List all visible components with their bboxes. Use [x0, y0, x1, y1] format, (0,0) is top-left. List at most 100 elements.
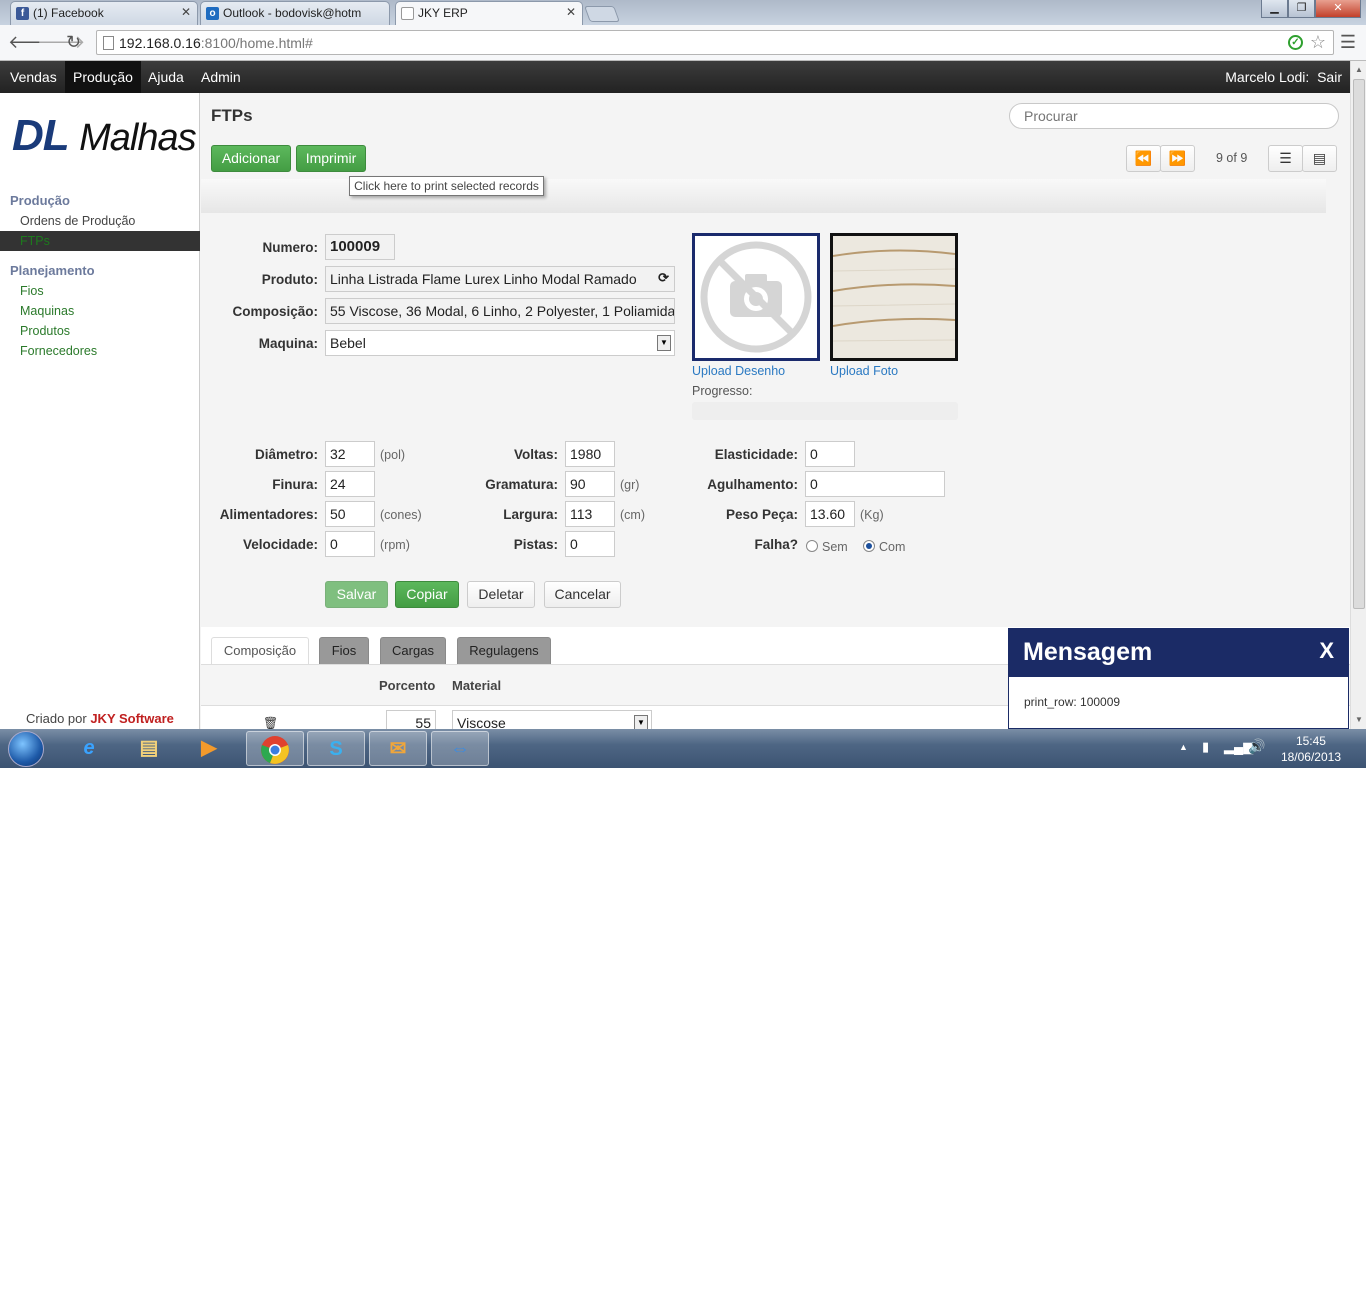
volume-icon[interactable]: 🔊	[1248, 738, 1265, 755]
pager-count: 9 of 9	[1216, 151, 1248, 165]
clock[interactable]: 15:45 18/06/2013	[1281, 733, 1341, 765]
agulhamento-field[interactable]: 0	[805, 471, 945, 497]
main-header: FTPs Adicionar Imprimir ⏪ ⏩ 9 of 9 ☰ ▤	[201, 93, 1350, 179]
clock-date: 18/06/2013	[1280, 750, 1341, 764]
add-button[interactable]: Adicionar	[211, 145, 291, 172]
falha-sem-radio[interactable]	[806, 540, 818, 552]
diametro-field[interactable]: 32	[325, 441, 375, 467]
scroll-up-icon[interactable]: ▲	[1355, 65, 1363, 74]
copy-button[interactable]: Copiar	[395, 581, 459, 608]
numero-field[interactable]: 100009	[325, 234, 395, 260]
close-window-button[interactable]: ✕	[1315, 0, 1361, 18]
upload-desenho-link[interactable]: Upload Desenho	[692, 364, 785, 378]
tab-regulagens[interactable]: Regulagens	[457, 637, 551, 664]
start-button[interactable]	[8, 731, 44, 767]
explorer-folder-icon[interactable]: ▤	[120, 731, 178, 766]
save-button[interactable]: Salvar	[325, 581, 388, 608]
voltas-label: Voltas:	[513, 447, 558, 462]
material-select[interactable]: Viscose ▼	[452, 710, 652, 729]
sidebar-item-ftps[interactable]: FTPs	[20, 234, 50, 248]
maximize-button[interactable]: ❐	[1288, 0, 1315, 18]
sidebar-item-fornecedores[interactable]: Fornecedores	[20, 344, 97, 358]
gramatura-field[interactable]: 90	[565, 471, 615, 497]
menu-icon[interactable]: ☰	[1340, 32, 1356, 53]
media-player-icon[interactable]: ▶	[180, 731, 238, 766]
page-icon	[401, 7, 414, 20]
minimize-button[interactable]: ▁	[1261, 0, 1288, 18]
next-button[interactable]: ⏩	[1160, 145, 1195, 172]
tab-cargas[interactable]: Cargas	[380, 637, 446, 664]
velocidade-field[interactable]: 0	[325, 531, 375, 557]
search-input[interactable]	[1009, 103, 1339, 129]
tab-jky-erp[interactable]: JKY ERP ✕	[395, 1, 583, 25]
close-button[interactable]: X	[1319, 638, 1334, 664]
trash-icon[interactable]: 🗑	[263, 716, 278, 729]
finura-field[interactable]: 24	[325, 471, 375, 497]
close-icon[interactable]: ✕	[181, 5, 191, 19]
alimentadores-field[interactable]: 50	[325, 501, 375, 527]
produto-field[interactable]: Linha Listrada Flame Lurex Linho Modal R…	[325, 266, 675, 292]
sidebar-heading-producao[interactable]: Produção	[10, 193, 70, 208]
list-view-button[interactable]: ☰	[1268, 145, 1303, 172]
sidebar-heading-planejamento[interactable]: Planejamento	[10, 263, 95, 278]
porcento-field[interactable]: 55	[386, 710, 436, 729]
rewind-icon: ⏪	[1134, 150, 1153, 166]
new-tab-button[interactable]	[584, 6, 620, 22]
gramatura-unit: (gr)	[620, 478, 640, 492]
bookmark-star-icon[interactable]: ☆	[1310, 32, 1326, 53]
page-scrollbar[interactable]: ▲ ▼	[1350, 61, 1366, 729]
tray-expand-icon[interactable]: ▲	[1179, 742, 1188, 752]
reload-icon[interactable]: ↻	[66, 32, 81, 53]
peso-field[interactable]: 13.60	[805, 501, 855, 527]
facebook-icon: f	[16, 7, 29, 20]
pistas-field[interactable]: 0	[565, 531, 615, 557]
scrollbar-thumb[interactable]	[1353, 79, 1365, 609]
falha-com-radio[interactable]	[863, 540, 875, 552]
pistas-label: Pistas:	[513, 537, 558, 552]
logout-link[interactable]: Sair	[1317, 69, 1342, 85]
outlook-app-icon[interactable]: ✉	[369, 731, 427, 766]
print-button[interactable]: Imprimir	[296, 145, 366, 172]
chevron-down-icon[interactable]: ▼	[657, 335, 671, 351]
desenho-image	[692, 233, 820, 361]
tab-fios[interactable]: Fios	[319, 637, 369, 664]
elasticidade-field[interactable]: 0	[805, 441, 855, 467]
address-bar[interactable]: 192.168.0.16:8100/home.html# ✓ ☆	[96, 30, 1334, 55]
upload-foto-link[interactable]: Upload Foto	[830, 364, 898, 378]
form-view-button[interactable]: ▤	[1302, 145, 1337, 172]
sidebar-item-fios[interactable]: Fios	[20, 284, 44, 298]
tab-composicao[interactable]: Composição	[211, 637, 309, 664]
credit-brand-link[interactable]: JKY Software	[90, 711, 174, 726]
refresh-icon[interactable]: ⟳	[658, 270, 669, 286]
skype-icon[interactable]: S	[307, 731, 365, 766]
tab-outlook[interactable]: o Outlook - bodovisk@hotm	[200, 1, 390, 25]
internet-explorer-icon[interactable]: e	[60, 731, 118, 766]
close-icon[interactable]: ✕	[566, 5, 576, 19]
sidebar-item-produtos[interactable]: Produtos	[20, 324, 70, 338]
chevron-down-icon[interactable]: ▼	[634, 715, 648, 729]
menu-admin[interactable]: Admin	[193, 61, 249, 93]
cancel-button[interactable]: Cancelar	[544, 581, 621, 608]
url-host: 192.168.0.16	[119, 35, 201, 51]
largura-field[interactable]: 113	[565, 501, 615, 527]
sidebar-item-maquinas[interactable]: Maquinas	[20, 304, 74, 318]
sidebar-item-ordens[interactable]: Ordens de Produção	[20, 214, 135, 228]
battery-icon[interactable]: ▮	[1202, 739, 1209, 755]
teamviewer-icon[interactable]: ⇔	[431, 731, 489, 766]
largura-unit: (cm)	[620, 508, 645, 522]
composicao-field[interactable]: 55 Viscose, 36 Modal, 6 Linho, 2 Polyest…	[325, 298, 675, 324]
delete-button[interactable]: Deletar	[467, 581, 535, 608]
chrome-icon[interactable]	[246, 731, 304, 766]
voltas-field[interactable]: 1980	[565, 441, 615, 467]
tab-facebook[interactable]: f (1) Facebook ✕	[10, 1, 198, 25]
menu-ajuda[interactable]: Ajuda	[140, 61, 192, 93]
peso-label: Peso Peça:	[725, 507, 798, 522]
previous-button[interactable]: ⏪	[1126, 145, 1161, 172]
scroll-down-icon[interactable]: ▼	[1355, 715, 1363, 724]
message-title: Mensagem	[1023, 638, 1153, 666]
maquina-label: Maquina:	[258, 336, 318, 351]
maquina-select[interactable]: Bebel ▼	[325, 330, 675, 356]
menu-vendas[interactable]: Vendas	[2, 61, 65, 93]
logo-malhas: Malhas	[79, 117, 196, 159]
menu-producao[interactable]: Produção	[65, 61, 141, 93]
